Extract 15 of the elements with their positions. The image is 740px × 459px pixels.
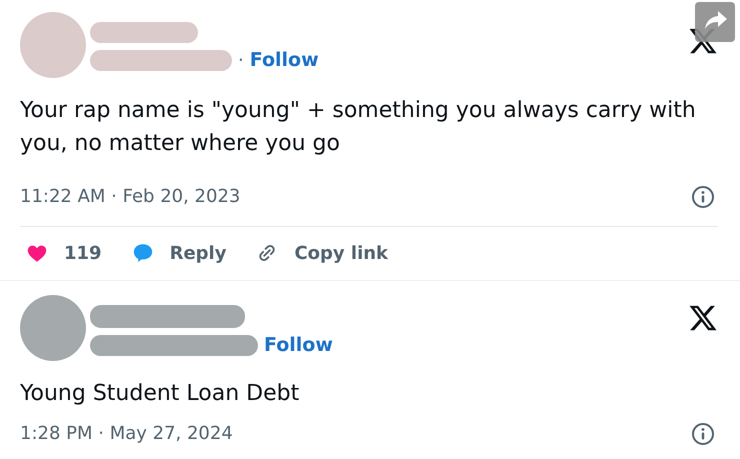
copy-button[interactable]: Copy link: [256, 242, 388, 264]
follow-link[interactable]: Follow: [250, 49, 319, 71]
timestamp[interactable]: 1:28 PM · May 27, 2024: [20, 422, 233, 446]
timestamp[interactable]: 11:22 AM · Feb 20, 2023: [20, 185, 240, 209]
follow-link[interactable]: Follow: [264, 334, 333, 356]
info-icon[interactable]: [691, 422, 715, 446]
speech-bubble-icon: [132, 242, 154, 264]
post-text: Young Student Loan Debt: [20, 380, 300, 408]
info-icon[interactable]: [691, 185, 715, 209]
logo-icon[interactable]: [688, 303, 718, 333]
reply-button[interactable]: Reply: [132, 242, 226, 264]
share-icon[interactable]: [695, 2, 735, 42]
like-button[interactable]: 119: [26, 242, 102, 264]
separator-dot: ·: [238, 50, 244, 70]
post-text: Your rap name is "young" + something you always carry with you, no matter where you go: [20, 97, 697, 158]
